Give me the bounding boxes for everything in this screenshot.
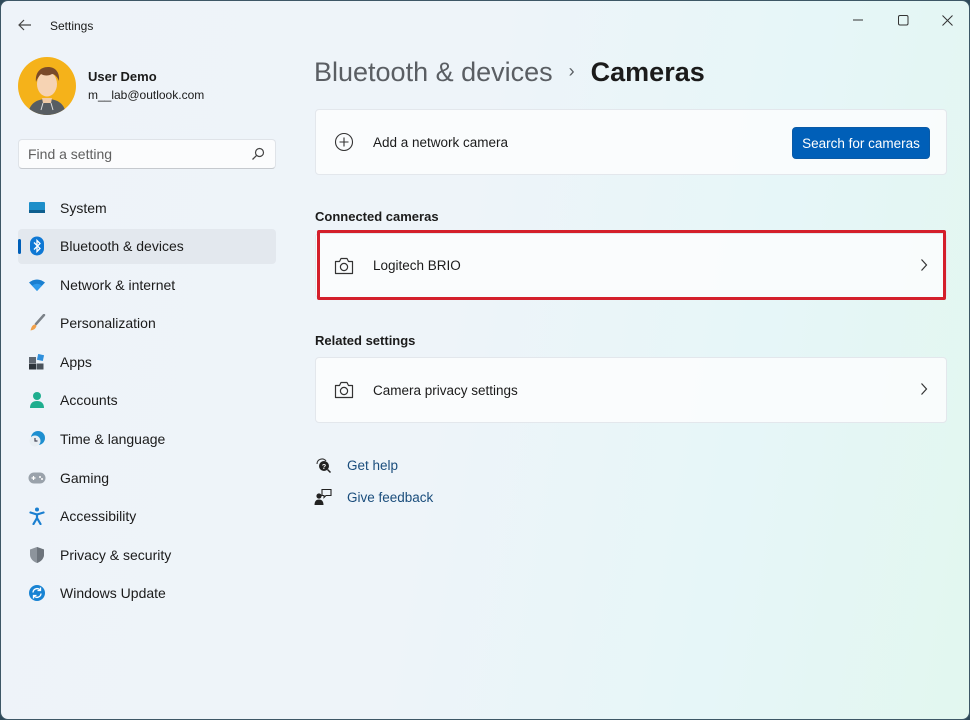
maximize-button[interactable] <box>880 5 926 35</box>
camera-privacy-settings-label: Camera privacy settings <box>373 382 518 398</box>
search-input[interactable] <box>28 146 238 162</box>
sidebar-item-windows-update[interactable]: Windows Update <box>18 576 276 611</box>
back-button[interactable] <box>13 11 37 39</box>
user-email: m__lab@outlook.com <box>88 87 205 102</box>
system-icon <box>27 198 47 218</box>
brush-icon <box>27 313 47 333</box>
camera-name: Logitech BRIO <box>373 258 461 273</box>
clock-globe-icon <box>27 429 47 449</box>
sidebar-item-label: Accessibility <box>60 508 137 525</box>
update-icon <box>27 583 47 603</box>
sidebar-item-network-internet[interactable]: Network & internet <box>18 267 276 302</box>
page-title: Cameras <box>590 57 705 87</box>
person-icon <box>27 390 47 410</box>
sidebar-item-label: Privacy & security <box>60 546 172 563</box>
sidebar-item-apps[interactable]: Apps <box>18 344 276 379</box>
get-help-label: Get help <box>347 457 399 473</box>
related-settings-heading: Related settings <box>315 333 416 348</box>
camera-icon <box>333 379 355 401</box>
feedback-icon <box>314 488 332 506</box>
user-profile[interactable]: User Demo m__lab@outlook.com <box>18 57 204 115</box>
wifi-icon <box>27 275 47 295</box>
breadcrumb-parent-link[interactable]: Bluetooth & devices <box>314 57 553 88</box>
breadcrumb-chevron-icon: › <box>568 61 575 81</box>
sidebar-item-time-language[interactable]: Time & language <box>18 422 276 457</box>
sidebar-item-accessibility[interactable]: Accessibility <box>18 499 276 534</box>
add-circle-icon <box>333 131 355 153</box>
camera-privacy-settings-item[interactable]: Camera privacy settings <box>315 357 947 423</box>
bluetooth-icon <box>27 236 47 256</box>
get-help-link[interactable]: ? Get help <box>314 456 398 474</box>
sidebar-item-bluetooth-devices[interactable]: Bluetooth & devices <box>18 228 276 264</box>
sidebar-item-label: Windows Update <box>60 585 166 602</box>
give-feedback-link[interactable]: Give feedback <box>314 488 433 506</box>
give-feedback-label: Give feedback <box>347 489 434 505</box>
apps-icon <box>27 352 47 372</box>
connected-cameras-heading: Connected cameras <box>315 209 439 224</box>
sidebar-item-label: Gaming <box>60 469 110 486</box>
sidebar-item-label: Accounts <box>60 392 118 409</box>
search-icon[interactable] <box>251 147 265 161</box>
search-box[interactable] <box>18 139 276 169</box>
sidebar-item-gaming[interactable]: Gaming <box>18 460 276 495</box>
sidebar-item-label: Bluetooth & devices <box>60 238 184 255</box>
help-chat-icon: ? <box>314 456 332 474</box>
svg-text:?: ? <box>322 464 326 471</box>
maximize-icon <box>897 14 908 25</box>
shield-icon <box>27 545 47 565</box>
sidebar-item-label: Apps <box>60 353 92 370</box>
settings-window: Settings User Demo m__lab@outlook.com Fi… <box>0 0 970 720</box>
add-network-camera-card: Add a network camera Search for cameras <box>315 109 947 175</box>
camera-item-logitech-brio[interactable]: Logitech BRIO <box>315 233 947 298</box>
sidebar-item-privacy-security[interactable]: Privacy & security <box>18 537 276 572</box>
minimize-button[interactable] <box>835 5 881 35</box>
chevron-right-icon <box>921 259 928 271</box>
sidebar-nav: System Bluetooth & devices Network & int… <box>18 190 276 615</box>
sidebar-item-label: Time & language <box>60 431 166 448</box>
app-title: Settings <box>50 19 94 33</box>
sidebar-item-label: System <box>60 199 107 216</box>
active-indicator <box>18 238 21 254</box>
sidebar-item-label: Network & internet <box>60 276 176 293</box>
avatar <box>18 57 76 115</box>
minimize-icon <box>853 19 863 21</box>
sidebar-item-personalization[interactable]: Personalization <box>18 306 276 341</box>
close-icon <box>941 14 953 26</box>
breadcrumb: Bluetooth & devices › Cameras <box>314 57 705 88</box>
arrow-left-icon <box>18 19 31 31</box>
title-bar: Settings <box>1 1 969 49</box>
camera-icon <box>333 255 355 277</box>
sidebar-item-accounts[interactable]: Accounts <box>18 383 276 418</box>
accessibility-icon <box>27 506 47 526</box>
add-network-camera-label: Add a network camera <box>373 134 509 150</box>
chevron-right-icon <box>921 383 928 395</box>
sidebar-item-label: Personalization <box>60 315 156 332</box>
close-button[interactable] <box>924 5 969 35</box>
gamepad-icon <box>27 468 47 488</box>
user-name: User Demo <box>88 68 157 84</box>
sidebar-item-system[interactable]: System <box>18 190 276 225</box>
search-for-cameras-button[interactable]: Search for cameras <box>792 127 930 159</box>
